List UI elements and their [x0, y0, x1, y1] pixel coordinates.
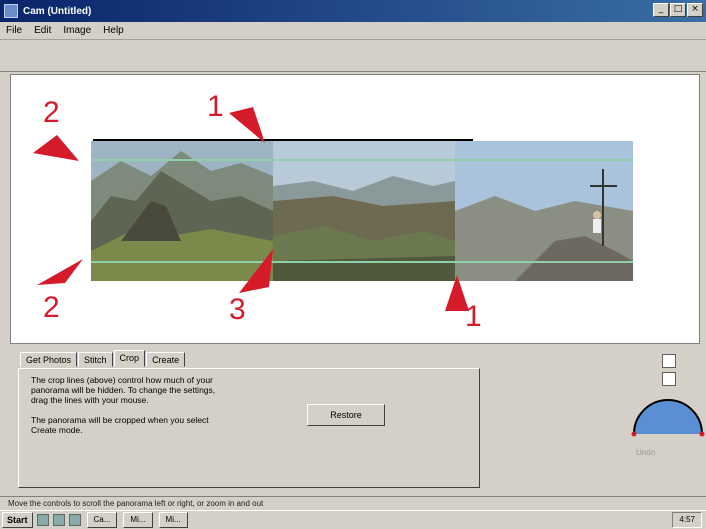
arrow-icon-top-center [229, 107, 265, 143]
quicklaunch-icon[interactable] [68, 514, 81, 526]
arrow-icon-bottom-right [445, 275, 469, 311]
taskbar: Start Ca... Mi... Mi... 4:57 [0, 510, 706, 529]
app-icon [4, 4, 18, 18]
title-bar: Cam (Untitled) _ □ × [0, 0, 706, 22]
rotate-dial-icon[interactable] [630, 394, 706, 438]
crop-description: The crop lines (above) control how much … [31, 375, 231, 445]
restore-button[interactable]: Restore [307, 404, 385, 426]
menu-image[interactable]: Image [63, 25, 91, 36]
mode-tabs: Get Photos Stitch Crop Create [20, 350, 186, 367]
menu-bar: File Edit Image Help [0, 22, 706, 40]
tab-stitch[interactable]: Stitch [78, 352, 113, 367]
crop-description-2: The panorama will be cropped when you se… [31, 415, 209, 435]
task-button[interactable]: Ca... [86, 512, 118, 528]
clock: 4:57 [672, 512, 702, 528]
panorama-photo-middle[interactable] [273, 141, 455, 281]
panorama-photo-right[interactable] [455, 141, 633, 281]
annotation-1-top: 1 [207, 90, 224, 123]
window-controls: _ □ × [653, 3, 703, 17]
close-button[interactable]: × [687, 3, 703, 17]
arrow-icon-bottom-left [37, 259, 83, 285]
task-button[interactable]: Mi... [123, 512, 153, 528]
arrow-icon-top-left [33, 135, 79, 161]
crop-description-1: The crop lines (above) control how much … [31, 375, 216, 405]
maximize-button[interactable]: □ [670, 3, 686, 17]
annotation-2-bottom: 2 [43, 291, 60, 324]
minimize-button[interactable]: _ [653, 3, 669, 17]
window-title: Cam (Untitled) [23, 5, 92, 17]
tab-crop[interactable]: Crop [113, 350, 146, 367]
quicklaunch-icon[interactable] [52, 514, 65, 526]
start-button[interactable]: Start [2, 512, 33, 528]
quicklaunch-icon[interactable] [36, 514, 49, 526]
annotation-3: 3 [229, 293, 246, 326]
zoom-out-icon[interactable] [662, 372, 676, 386]
tab-create[interactable]: Create [146, 352, 186, 367]
crop-line-bottom[interactable] [91, 261, 633, 263]
annotation-2-top: 2 [43, 96, 60, 129]
menu-edit[interactable]: Edit [34, 25, 51, 36]
crop-panel: The crop lines (above) control how much … [18, 368, 480, 488]
crop-line-top[interactable] [91, 159, 633, 161]
zoom-in-icon[interactable] [662, 354, 676, 368]
undo-label[interactable]: Undo [636, 448, 655, 457]
arrow-icon-bottom-center [239, 249, 273, 293]
status-bar: Move the controls to scroll the panorama… [0, 496, 706, 510]
menu-help[interactable]: Help [103, 25, 124, 36]
panorama-canvas[interactable]: 2 2 1 3 1 [10, 74, 700, 344]
tab-get-photos[interactable]: Get Photos [20, 352, 78, 367]
toolbar [0, 40, 706, 72]
app-window: Cam (Untitled) _ □ × File Edit Image Hel… [0, 0, 706, 529]
task-button[interactable]: Mi... [158, 512, 188, 528]
menu-file[interactable]: File [6, 25, 22, 36]
